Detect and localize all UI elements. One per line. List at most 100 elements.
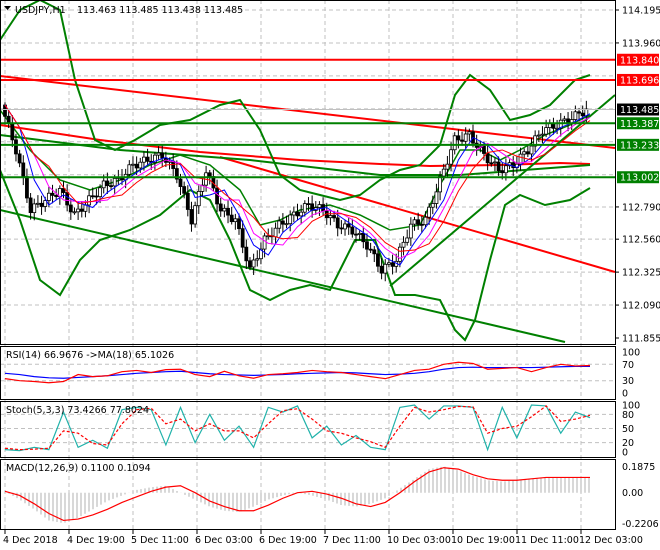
candle-bull [288,214,293,225]
rsi-tick-label: 30 [622,376,634,387]
candle-bear [350,226,355,235]
trading-chart-window[interactable]: 113.840 113.696 113.387 113.233 113.002 113.4… [0,0,660,550]
candle-bull [536,134,541,137]
moving-average-line [4,104,591,266]
time-tick-label: 11 Dec 11:00 [515,535,579,546]
candle-bear [580,112,585,117]
candle-bull [46,192,51,201]
chart-canvas[interactable]: 113.840 113.696 113.387 113.233 113.002 113.4… [0,0,660,550]
price-tick-label: 112.560 [622,235,660,246]
candle-bull [262,235,267,250]
candle-bull [383,263,388,274]
candle-bull [423,216,428,226]
ohlc-values: 113.463 113.485 113.438 113.485 [77,5,243,16]
candle-bear [240,228,245,248]
time-tick-label: 10 Dec 03:00 [387,535,451,546]
candle-bull [112,178,117,187]
candle-bull [291,211,296,216]
candle-bear [68,204,73,213]
candle-bear [339,227,344,230]
candle-bull [504,165,508,174]
candle-bear [306,203,311,206]
candle-bull [138,161,143,169]
bollinger-upper [0,0,591,202]
symbol-timeframe: USDJPY,H1 [15,5,66,16]
candle-bull [427,206,432,218]
red-trendline-upper[interactable] [0,75,616,149]
time-tick-label: 10 Dec 19:00 [451,535,515,546]
candle-bear [577,111,581,114]
candle-bear [489,162,494,165]
candle-bear [14,139,18,155]
candle-bull [127,164,132,175]
candle-bull [445,163,450,170]
candle-bear [295,211,300,217]
candle-bear [361,232,366,243]
candle-bear [500,170,505,174]
candle-bull [299,211,304,217]
candle-bull [493,161,497,164]
candle-bear [525,151,530,155]
candle-bear [10,122,15,141]
candle-bear [229,214,234,223]
candle-bear [218,203,223,212]
candle-bear [226,207,230,216]
candle-bear [460,139,464,142]
candle-bear [365,241,369,250]
candle-bear [376,253,380,267]
candle-bear [416,219,421,225]
candle-bull [573,111,578,120]
candle-bear [160,152,165,159]
candle-bull [522,151,527,155]
candle-bull [193,205,198,225]
candle-bull [233,218,238,223]
candle-bull [266,235,271,238]
candle-bear [105,180,110,187]
macd-tick-label: -0.2206 [622,519,659,530]
candle-bear [145,156,150,162]
candle-bear [28,197,33,214]
candle-bull [434,191,439,204]
candle-bull [255,258,260,261]
candle-bull [98,187,102,198]
candle-bull [467,131,472,135]
macd-tick-label: 0.00 [622,488,643,499]
time-tick-label: 4 Dec 19:00 [67,535,125,546]
candle-bear [90,195,95,198]
candle-bull [196,191,201,207]
candle-bear [379,265,384,274]
rsi-line [4,361,591,384]
candle-bear [485,153,490,164]
candle-bull [540,133,545,136]
stoch-tick-label: 0 [622,448,628,459]
candle-bull [412,219,417,225]
rsi-tick-label: 100 [622,348,640,359]
candle-bear [215,187,219,205]
candle-bull [302,203,307,213]
moving-average-line [4,104,591,259]
candle-bear [354,233,358,236]
candle-bear [185,192,190,210]
candle-bear [21,162,26,178]
candle-bear [390,262,395,267]
candle-bear [65,192,70,206]
candle-bull [101,180,106,189]
trend-lines [0,0,616,343]
candle-bear [94,195,99,198]
candle-bull [251,259,256,268]
time-tick-label: 7 Dec 11:00 [323,535,381,546]
candle-bear [280,220,285,225]
candle-bull [544,127,549,135]
candle-bull [441,168,446,177]
level-price-label: 113.387 [620,119,659,130]
candle-bull [529,145,534,155]
price-tick-label: 113.960 [622,38,660,49]
candle-bull [562,118,567,121]
candle-bull [328,215,333,219]
rsi-title: RSI(14) 66.9676 ->MA(18) 65.1026 [6,350,174,361]
candle-bear [456,135,461,141]
candle-bull [401,241,406,248]
level-price-label: 113.002 [620,173,659,184]
candle-bull [317,204,322,208]
candle-bull [87,195,91,206]
